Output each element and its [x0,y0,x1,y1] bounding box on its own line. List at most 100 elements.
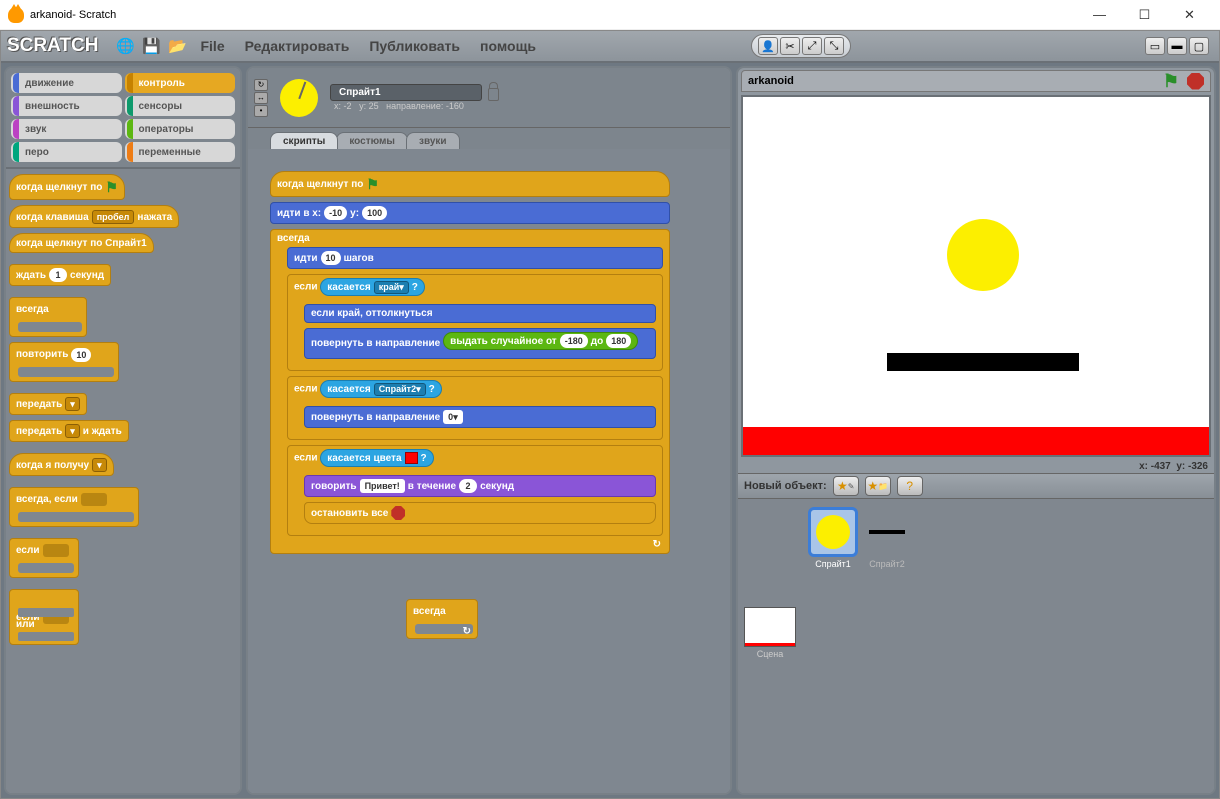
category-grid: движение контроль внешность сенсоры звук… [6,68,240,169]
s-point-random[interactable]: повернуть в направление выдать случайное… [304,328,656,359]
blk-when-key[interactable]: когда клавиша пробел нажата [9,205,179,228]
op-random[interactable]: выдать случайное от -180 до 180 [443,332,638,350]
tab-scripts[interactable]: скрипты [270,132,338,149]
import-sprite-icon[interactable]: ★📁 [865,476,891,496]
grow-icon[interactable]: ⤢ [802,37,822,55]
s-say[interactable]: говорить Привет! в течение 2 секунд [304,475,656,497]
stage-paddle[interactable] [887,353,1079,371]
blk-when-sprite[interactable]: когда щелкнут по Спрайт1 [9,233,154,253]
s-point-0[interactable]: повернуть в направление 0▾ [304,406,656,428]
sprite-tabs: скрипты костюмы звуки [248,128,730,149]
green-flag-icon: ⚑ [366,176,379,193]
blk-repeat[interactable]: повторить 10 [9,342,119,382]
menu-bar: SCRATCH 🌐 💾 📂 File Редактировать Публико… [1,31,1219,63]
s-if-edge[interactable]: если касается край▾ ? если край, оттолкн… [287,274,663,371]
cat-sound[interactable]: звук [11,119,122,139]
sprite-list: Спрайт1 Спрайт2 Сцена [738,499,1214,793]
small-stage-icon[interactable]: ▭ [1145,37,1165,55]
new-object-label: Новый объект: [744,480,827,492]
s-forever[interactable]: всегда идти 10 шагов если касается край▾… [270,229,670,554]
blk-when-receive[interactable]: когда я получу ▾ [9,453,114,476]
menu-edit[interactable]: Редактировать [237,36,358,56]
blk-when-flag[interactable]: когда щелкнут по ⚑ [9,174,125,200]
window-title: arkanoid- Scratch [30,9,116,21]
maximize-button[interactable]: ☐ [1122,1,1167,29]
block-palette: когда щелкнут по ⚑ когда клавиша пробел … [6,169,240,793]
sprite-item-1[interactable]: Спрайт1 [808,507,858,569]
close-button[interactable]: ✕ [1167,1,1212,29]
os-titlebar: arkanoid- Scratch — ☐ ✕ [0,0,1220,30]
stage-coords: x: -437 y: -326 [738,460,1214,473]
scripts-panel: ↻ ↔ • x: -2 y: 25 направление: -160 [246,66,732,795]
scene-item[interactable]: Сцена [744,607,796,793]
rotate-mode-3[interactable]: • [254,105,268,117]
rotate-mode-2[interactable]: ↔ [254,92,268,104]
language-icon[interactable]: 🌐 [114,35,136,57]
script-area[interactable]: когда щелкнут по ⚑ идти в x: -10 y: 100 … [248,149,730,793]
blk-forever-if[interactable]: всегда, если [9,487,139,527]
stamp-icon[interactable]: 👤 [758,37,778,55]
sense-touch-color[interactable]: касается цвета ? [320,449,433,467]
tab-sounds[interactable]: звуки [406,132,460,149]
app-icon [8,7,24,23]
script-stack-main[interactable]: когда щелкнут по ⚑ идти в x: -10 y: 100 … [270,171,670,559]
stage-panel: arkanoid ⚑ x: -437 y: -326 Новый объект:… [736,66,1216,795]
s-if-color[interactable]: если касается цвета ? говорить Привет! в… [287,445,663,536]
s-bounce[interactable]: если край, оттолкнуться [304,304,656,323]
sprite-name-field[interactable] [330,84,482,101]
stage-canvas[interactable] [741,95,1211,457]
cat-pen[interactable]: перо [11,142,122,162]
stage-ball[interactable] [947,219,1019,291]
s-loose-forever[interactable]: всегда↻ [406,599,478,639]
sprite-item-2[interactable]: Спрайт2 [862,507,912,569]
script-loose-forever[interactable]: всегда↻ [406,599,478,644]
s-when-flag[interactable]: когда щелкнут по ⚑ [270,171,670,197]
menu-file[interactable]: File [192,36,232,56]
blk-broadcast[interactable]: передать ▾ [9,393,87,415]
open-icon[interactable]: 📂 [166,35,188,57]
random-sprite-icon[interactable]: ? [897,476,923,496]
blk-wait[interactable]: ждать 1 секунд [9,264,111,286]
view-mode-buttons: ▭ ▬ ▢ [1145,37,1209,55]
new-object-bar: Новый объект: ★✎ ★📁 ? [738,473,1214,499]
sense-touch-edge[interactable]: касается край▾ ? [320,278,425,296]
scratch-logo: SCRATCH [7,35,98,57]
menu-help[interactable]: помощь [472,36,544,56]
cat-control[interactable]: контроль [125,73,236,93]
cat-variables[interactable]: переменные [125,142,236,162]
blk-broadcast-wait[interactable]: передать ▾ и ждать [9,420,129,442]
cut-icon[interactable]: ✂ [780,37,800,55]
cat-operators[interactable]: операторы [125,119,236,139]
project-title: arkanoid [748,75,794,87]
stage-floor [743,427,1209,455]
s-goto[interactable]: идти в x: -10 y: 100 [270,202,670,224]
blk-if-else[interactable]: если или [9,589,79,645]
presentation-icon[interactable]: ▢ [1189,37,1209,55]
sprite-coords: x: -2 y: 25 направление: -160 [334,101,499,111]
s-if-sprite2[interactable]: если касается Спрайт2▾ ? повернуть в нап… [287,376,663,440]
shrink-icon[interactable]: ⤡ [824,37,844,55]
s-move[interactable]: идти 10 шагов [287,247,663,269]
app-window: SCRATCH 🌐 💾 📂 File Редактировать Публико… [0,30,1220,799]
stop-button-icon[interactable] [1187,73,1204,90]
s-stop-all[interactable]: остановить все [304,502,656,524]
stage-tools: 👤 ✂ ⤢ ⤡ [751,34,851,58]
rotate-mode-1[interactable]: ↻ [254,79,268,91]
green-flag-icon: ⚑ [105,179,118,196]
cat-looks[interactable]: внешность [11,96,122,116]
blk-if[interactable]: если [9,538,79,578]
minimize-button[interactable]: — [1077,1,1122,29]
sense-touch-sp2[interactable]: касается Спрайт2▾ ? [320,380,441,398]
sprite-thumb [276,75,322,121]
stage-header: arkanoid ⚑ [741,70,1211,92]
large-stage-icon[interactable]: ▬ [1167,37,1187,55]
save-icon[interactable]: 💾 [140,35,162,57]
cat-motion[interactable]: движение [11,73,122,93]
blk-forever[interactable]: всегда [9,297,87,337]
menu-publish[interactable]: Публиковать [361,36,468,56]
paint-new-icon[interactable]: ★✎ [833,476,859,496]
tab-costumes[interactable]: костюмы [336,132,408,149]
cat-sensing[interactable]: сенсоры [125,96,236,116]
run-flag-icon[interactable]: ⚑ [1163,71,1179,92]
lock-icon[interactable] [488,88,499,101]
